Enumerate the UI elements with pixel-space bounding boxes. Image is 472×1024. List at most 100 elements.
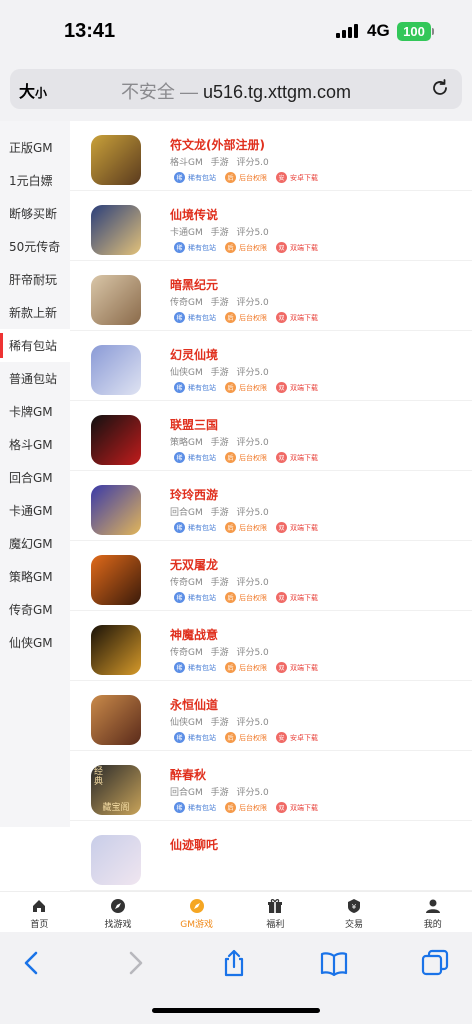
game-row[interactable]: 玲玲西游 回合GM 手游 评分5.0 稀稀有包站后后台权限双双端下载 [70, 471, 472, 541]
sidebar-item[interactable]: 格斗GM [0, 428, 70, 461]
game-title[interactable]: 无双屠龙 [170, 556, 218, 573]
game-tag: 后后台权限 [225, 522, 268, 533]
tag-label: 双端下载 [290, 313, 318, 322]
game-title[interactable]: 醉春秋 [170, 766, 206, 783]
user-icon [425, 899, 440, 913]
tab-item[interactable]: 首页 [0, 892, 79, 932]
game-row[interactable]: 仙境传说卡通GM 手游 评分5.0 稀稀有包站后后台权限双双端下载 [70, 191, 472, 261]
tab-label: 我的 [423, 920, 442, 930]
sidebar-item[interactable]: 策略GM [0, 560, 70, 593]
sidebar-item[interactable]: 肝帝耐玩 [0, 263, 70, 296]
game-tag: 稀稀有包站 [174, 662, 217, 673]
game-row[interactable]: 幻灵仙境 仙侠GM 手游 评分5.0 稀稀有包站后后台权限双双端下载 [70, 331, 472, 401]
game-meta: 仙侠GM 手游 评分5.0 [170, 368, 269, 378]
tag-label: 后台权限 [239, 733, 267, 742]
game-row[interactable]: 符文龙(外部注册) 格斗GM 手游 评分5.0 稀稀有包站后后台权限安安卓下载 [70, 121, 472, 191]
game-title[interactable]: 暗黑纪元 [170, 276, 218, 293]
tag-badge-icon: 稀 [174, 172, 185, 183]
game-meta: 回合GM 手游 评分5.0 [170, 788, 269, 798]
tag-badge-icon: 后 [225, 732, 236, 743]
reload-icon[interactable] [430, 78, 450, 98]
sidebar-item[interactable]: 魔幻GM [0, 527, 70, 560]
tag-badge-icon: 稀 [174, 732, 185, 743]
game-row[interactable]: 联盟三国 策略GM 手游 评分5.0 稀稀有包站后后台权限双双端下载 [70, 401, 472, 471]
sidebar-item[interactable]: 普通包站 [0, 362, 70, 395]
tag-label: 后台权限 [239, 453, 267, 462]
game-icon[interactable] [91, 415, 141, 465]
game-tags: 稀稀有包站后后台权限双双端下载 [174, 452, 319, 463]
tag-badge-icon: 后 [225, 242, 236, 253]
tab-item[interactable]: 福利 [236, 892, 315, 932]
game-tag: 后后台权限 [225, 172, 268, 183]
game-row[interactable]: 无双屠龙 传奇GM 手游 评分5.0 稀稀有包站后后台权限双双端下载 [70, 541, 472, 611]
bookmarks-icon[interactable] [319, 948, 349, 978]
tag-badge-icon: 稀 [174, 592, 185, 603]
game-icon[interactable] [91, 555, 141, 605]
game-title[interactable]: 玲玲西游 [170, 486, 218, 503]
back-icon[interactable] [17, 948, 47, 978]
tag-badge-icon: 后 [225, 312, 236, 323]
game-title[interactable]: 永恒仙道 [170, 696, 218, 713]
sidebar-item[interactable]: 回合GM [0, 461, 70, 494]
tag-label: 双端下载 [290, 243, 318, 252]
sidebar-item[interactable]: 仙侠GM [0, 626, 70, 659]
url-domain: u516.tg.xttgm.com [202, 82, 352, 102]
tag-badge-icon: 双 [276, 242, 287, 253]
game-icon[interactable] [91, 345, 141, 395]
game-tags: 稀稀有包站后后台权限双双端下载 [174, 802, 319, 813]
game-tag: 双双端下载 [276, 242, 319, 253]
game-meta: 卡通GM 手游 评分5.0 [170, 228, 269, 238]
icon-logo-text: 经典 [94, 767, 104, 787]
sidebar-item[interactable]: 50元传奇 [0, 230, 70, 263]
game-icon[interactable]: 经典 藏宝阁 [91, 765, 141, 815]
sidebar-item[interactable]: 正版GM [0, 131, 70, 164]
tab-label: 首页 [30, 920, 49, 930]
game-meta: 格斗GM 手游 评分5.0 [170, 158, 269, 168]
game-icon[interactable] [91, 835, 141, 885]
game-row[interactable]: 永恒仙道 仙侠GM 手游 评分5.0 稀稀有包站后后台权限安安卓下载 [70, 681, 472, 751]
tab-item[interactable]: GM游戏 [157, 892, 236, 932]
sidebar-item[interactable]: 1元白嫖 [0, 164, 70, 197]
game-title[interactable]: 幻灵仙境 [170, 346, 218, 363]
game-tag: 稀稀有包站 [174, 242, 217, 253]
game-row[interactable]: 暗黑纪元 传奇GM 手游 评分5.0 稀稀有包站后后台权限双双端下载 [70, 261, 472, 331]
game-title[interactable]: 神魔战意 [170, 626, 218, 643]
sidebar-item[interactable]: 断够买断 [0, 197, 70, 230]
game-title[interactable]: 联盟三国 [170, 416, 218, 433]
sidebar-item[interactable]: 卡牌GM [0, 395, 70, 428]
game-icon[interactable] [91, 275, 141, 325]
game-row[interactable]: 经典 藏宝阁 醉春秋回合GM 手游 评分5.0 稀稀有包站后后台权限双双端下载 [70, 751, 472, 821]
sidebar-item[interactable]: 传奇GM [0, 593, 70, 626]
game-title[interactable]: 仙迹聊吒 [170, 836, 218, 853]
game-icon[interactable] [91, 135, 141, 185]
game-icon[interactable] [91, 625, 141, 675]
game-tag: 后后台权限 [225, 592, 268, 603]
game-tag: 后后台权限 [225, 802, 268, 813]
game-tags: 稀稀有包站后后台权限双双端下载 [174, 242, 319, 253]
game-icon[interactable] [91, 695, 141, 745]
game-icon[interactable] [91, 485, 141, 535]
game-icon[interactable] [91, 205, 141, 255]
tag-label: 稀有包站 [188, 243, 216, 252]
sidebar-item[interactable]: 新款上新 [0, 296, 70, 329]
forward-icon[interactable] [120, 948, 150, 978]
tag-label: 稀有包站 [188, 383, 216, 392]
game-meta: 传奇GM 手游 评分5.0 [170, 648, 269, 658]
game-row[interactable]: 神魔战意 传奇GM 手游 评分5.0 稀稀有包站后后台权限双双端下载 [70, 611, 472, 681]
tab-item[interactable]: 我的 [393, 892, 472, 932]
sidebar-item[interactable]: 卡通GM [0, 494, 70, 527]
game-title[interactable]: 仙境传说 [170, 206, 218, 223]
tabs-icon[interactable] [420, 948, 450, 978]
game-tag: 双双端下载 [276, 662, 319, 673]
game-tag: 后后台权限 [225, 452, 268, 463]
game-title[interactable]: 符文龙(外部注册) [170, 136, 265, 153]
tab-item[interactable]: 找游戏 [79, 892, 158, 932]
url-text[interactable]: 不安全 — u516.tg.xttgm.com [10, 78, 462, 104]
tab-item[interactable]: ¥ 交易 [315, 892, 394, 932]
address-bar[interactable]: 大小 不安全 — u516.tg.xttgm.com [10, 69, 462, 109]
game-meta: 传奇GM 手游 评分5.0 [170, 298, 269, 308]
share-icon[interactable] [219, 948, 249, 978]
sidebar-item[interactable]: 稀有包站 [0, 329, 70, 362]
network-type: 4G [367, 21, 390, 40]
game-row[interactable]: 仙迹聊吒 [70, 821, 472, 891]
